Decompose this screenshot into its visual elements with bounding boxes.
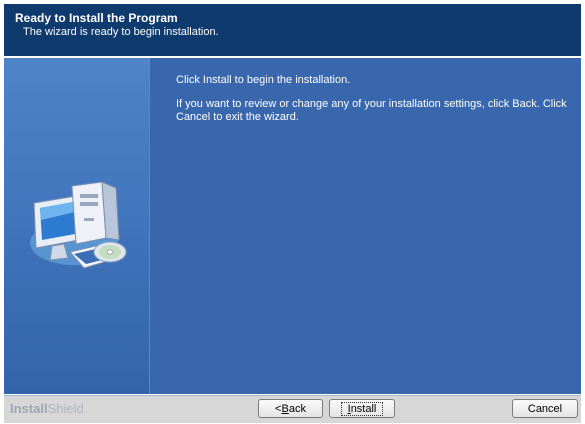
- wizard-body: Click Install to begin the installation.…: [4, 58, 581, 394]
- cancel-button[interactable]: Cancel: [512, 399, 578, 418]
- computer-cd-icon: [30, 181, 127, 269]
- side-panel: [4, 58, 150, 394]
- page-title: Ready to Install the Program: [15, 11, 178, 25]
- install-focus-rect: Install: [340, 401, 384, 416]
- installer-window: Ready to Install the Program The wizard …: [0, 0, 585, 424]
- content-text: Click Install to begin the installation.…: [176, 74, 572, 135]
- install-button[interactable]: Install: [329, 399, 395, 418]
- page-subtitle: The wizard is ready to begin installatio…: [23, 26, 219, 38]
- wizard-header: Ready to Install the Program The wizard …: [4, 4, 581, 56]
- instruction-text: Click Install to begin the installation.: [176, 74, 351, 86]
- wizard-footer: InstallShield < Back Install Cancel: [4, 395, 581, 423]
- review-settings-text: If you want to review or change any of y…: [176, 98, 567, 123]
- installshield-logo: InstallShield: [10, 401, 84, 416]
- side-panel-divider: [149, 58, 150, 394]
- back-button[interactable]: < Back: [258, 399, 323, 418]
